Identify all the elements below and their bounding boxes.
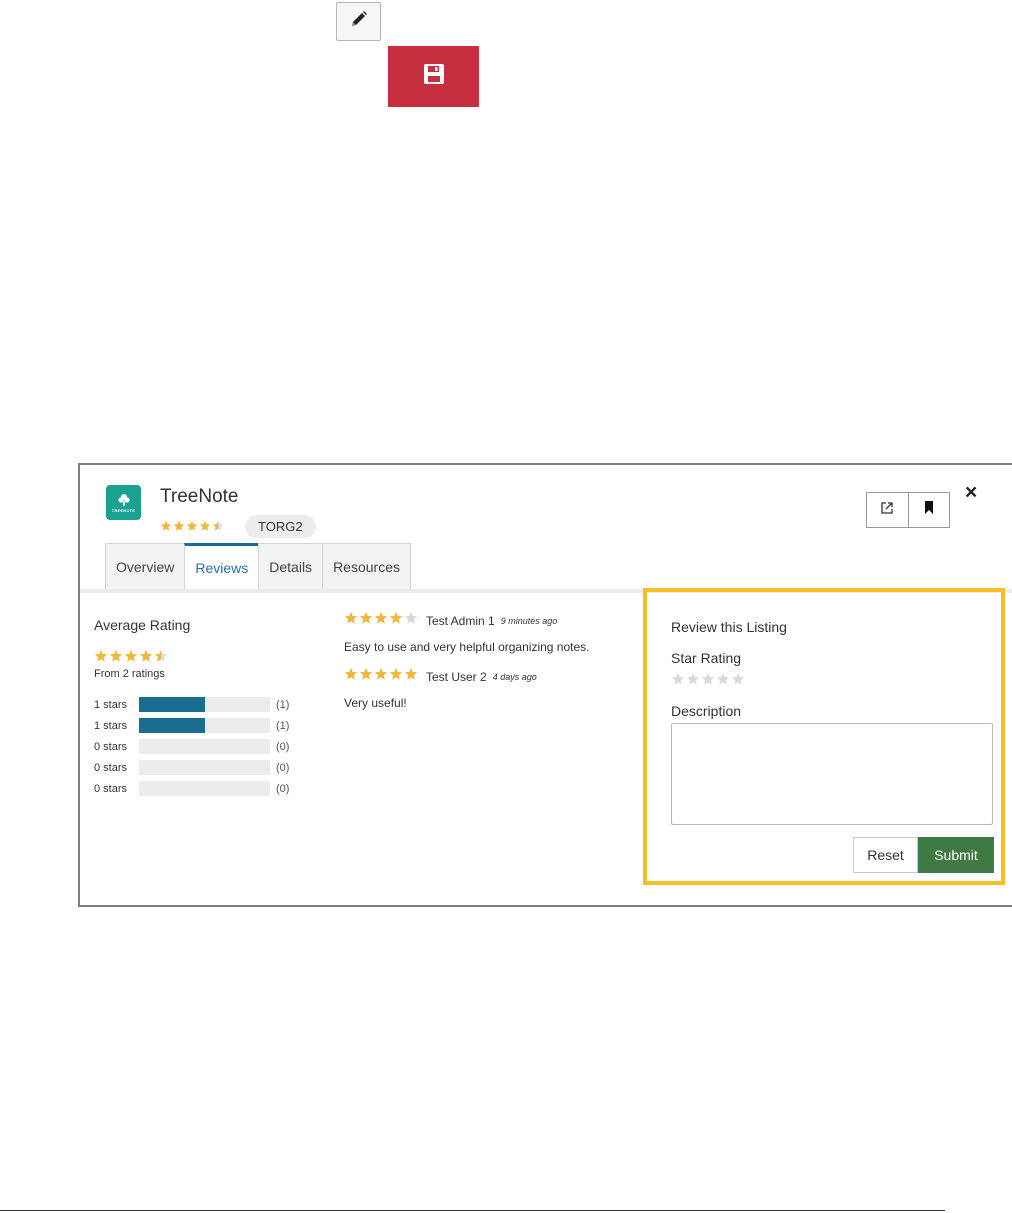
histogram-count: (1) (276, 699, 290, 711)
bookmark-icon (924, 501, 934, 519)
bookmark-button[interactable] (907, 493, 950, 527)
review-author: Test User 2 (426, 669, 487, 684)
star-icon (344, 667, 358, 680)
edit-button[interactable] (336, 2, 381, 41)
star-icon (154, 649, 168, 662)
review-stars (344, 611, 419, 630)
star-icon (374, 611, 388, 624)
listing-rating-stars (160, 520, 225, 532)
average-rating-title: Average Rating (94, 617, 191, 633)
star-icon (389, 667, 403, 680)
star-icon (404, 611, 418, 624)
star-icon (160, 520, 172, 531)
reset-button[interactable]: Reset (853, 837, 918, 873)
star-icon (199, 520, 211, 531)
star-icon (94, 649, 108, 662)
review-item: Test User 2 4 days ago Very useful! (344, 667, 537, 710)
tab-details[interactable]: Details (258, 543, 324, 589)
listing-panel: TREENOTE TreeNote TORG2 Overview Reviews… (78, 463, 1012, 907)
app-logo-text: TREENOTE (111, 507, 136, 513)
submit-button[interactable]: Submit (918, 837, 994, 873)
review-stars (344, 667, 419, 686)
star-icon (124, 649, 138, 662)
star-icon (359, 611, 373, 624)
average-rating-stars (94, 649, 169, 663)
star-icon (404, 667, 418, 680)
histogram-row: 0 stars (0) (94, 779, 304, 800)
review-text: Easy to use and very helpful organizing … (344, 640, 590, 654)
histogram-bar (139, 718, 270, 733)
review-time: 4 days ago (492, 671, 537, 682)
org-badge: TORG2 (245, 515, 316, 538)
listing-tabs: Overview Reviews Details Resources (105, 543, 411, 589)
histogram-count: (0) (276, 783, 290, 795)
launch-button[interactable] (867, 493, 908, 527)
tab-resources[interactable]: Resources (322, 543, 411, 589)
star-rating-input[interactable] (671, 672, 746, 686)
star-icon (212, 520, 224, 531)
star-icon[interactable] (716, 672, 730, 686)
histogram-row: 0 stars (0) (94, 737, 304, 758)
rating-count: From 2 ratings (94, 668, 165, 680)
review-form: Review this Listing Star Rating Descript… (643, 588, 1005, 885)
histogram-row: 1 stars (1) (94, 716, 304, 737)
star-icon (173, 520, 185, 531)
tab-reviews[interactable]: Reviews (184, 543, 260, 589)
star-icon[interactable] (686, 672, 700, 686)
star-icon (344, 611, 358, 624)
histogram-count: (0) (276, 762, 290, 774)
rating-histogram: 1 stars (1) 1 stars (1) 0 stars (0) 0 st… (94, 695, 304, 800)
histogram-bar (139, 739, 270, 754)
description-label: Description (671, 703, 742, 719)
star-icon (374, 667, 388, 680)
listing-actions (866, 492, 950, 528)
histogram-label: 0 stars (94, 762, 128, 774)
histogram-bar (139, 697, 270, 712)
review-item: Test Admin 1 9 minutes ago Easy to use a… (344, 611, 589, 654)
histogram-row: 1 stars (1) (94, 695, 304, 716)
star-icon[interactable] (671, 672, 685, 686)
star-icon[interactable] (701, 672, 715, 686)
close-button[interactable]: × (965, 482, 977, 503)
star-icon (139, 649, 153, 662)
histogram-label: 0 stars (94, 741, 128, 753)
description-input[interactable] (671, 723, 993, 825)
app-title: TreeNote (160, 486, 239, 507)
star-icon (359, 667, 373, 680)
star-icon (389, 611, 403, 624)
star-rating-label: Star Rating (671, 650, 742, 666)
tree-icon (117, 493, 130, 506)
histogram-count: (0) (276, 741, 290, 753)
histogram-fill (139, 718, 205, 733)
external-link-icon (880, 501, 894, 520)
histogram-row: 0 stars (0) (94, 758, 304, 779)
histogram-bar (139, 781, 270, 796)
star-icon (186, 520, 198, 531)
histogram-label: 0 stars (94, 783, 128, 795)
review-form-title: Review this Listing (671, 619, 787, 635)
histogram-fill (139, 697, 205, 712)
histogram-count: (1) (276, 720, 290, 732)
star-icon[interactable] (731, 672, 745, 686)
review-time: 9 minutes ago (500, 615, 558, 626)
save-button[interactable] (388, 46, 479, 107)
histogram-bar (139, 760, 270, 775)
review-author: Test Admin 1 (426, 613, 495, 628)
histogram-label: 1 stars (94, 699, 128, 711)
app-logo: TREENOTE (106, 485, 141, 520)
page-divider (0, 1210, 945, 1211)
histogram-label: 1 stars (94, 720, 128, 732)
floppy-disk-icon (423, 63, 445, 90)
pencil-icon (349, 9, 369, 34)
star-icon (109, 649, 123, 662)
tab-overview[interactable]: Overview (105, 543, 186, 589)
review-text: Very useful! (344, 696, 407, 710)
